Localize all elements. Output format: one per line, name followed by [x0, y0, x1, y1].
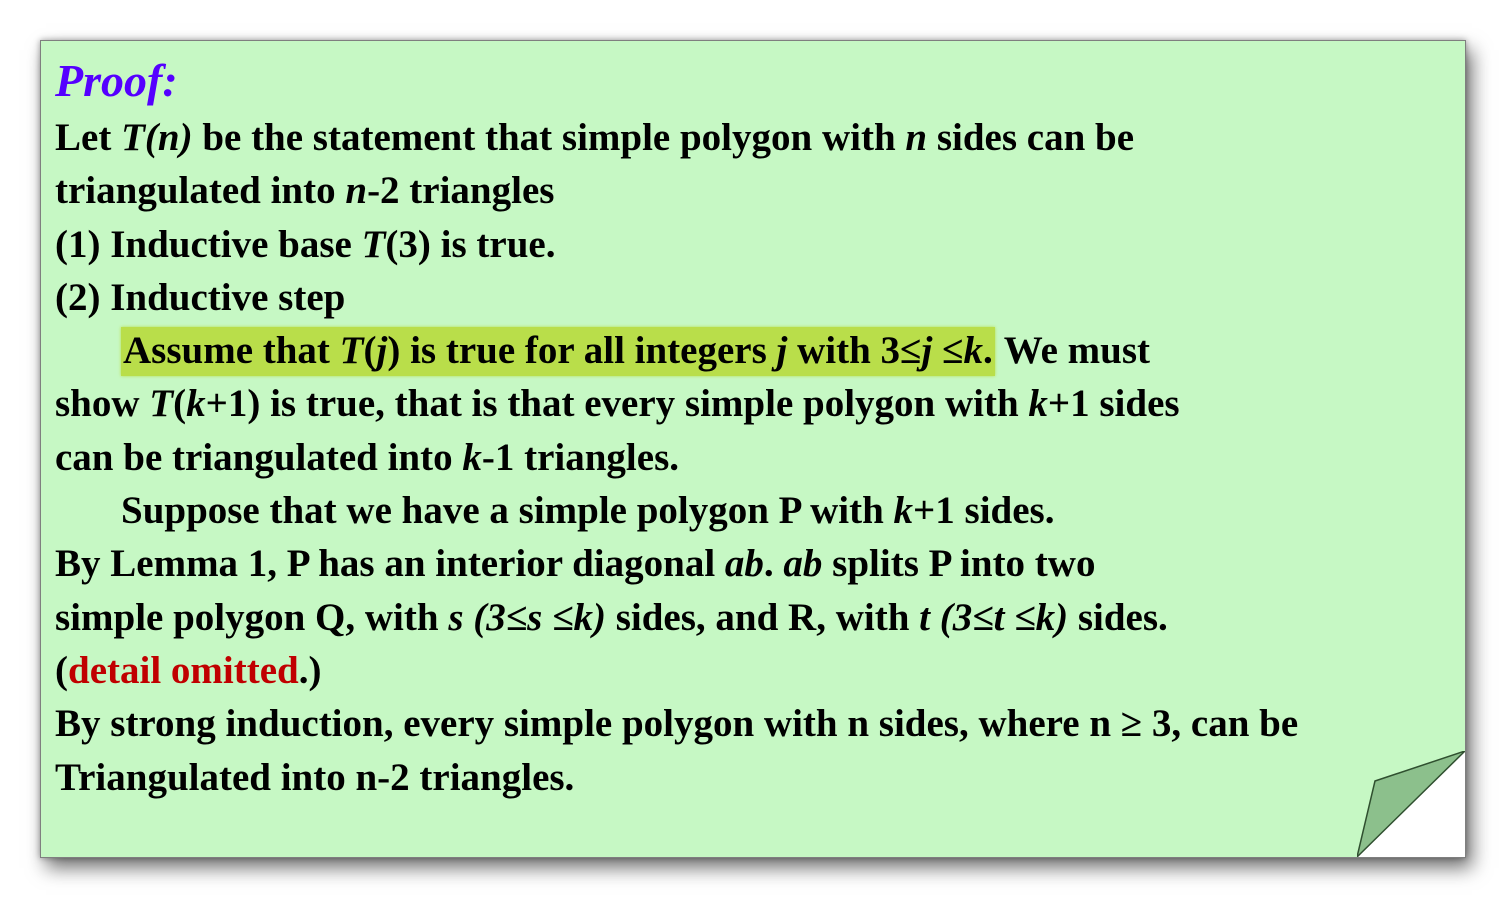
inductive-step-line: (2) Inductive step: [55, 275, 346, 319]
conclusion-line-2: Triangulated into n-2 triangles.: [55, 755, 575, 799]
statement-line-2: triangulated into n-2 triangles: [55, 169, 555, 213]
assumption-line: Assume that T(j) is true for all integer…: [55, 324, 1465, 377]
inductive-base-line: (1) Inductive base T(3) is true.: [55, 222, 556, 266]
split-line: simple polygon Q, with s (3≤s ≤k) sides,…: [55, 595, 1168, 639]
triangulated-line: can be triangulated into k-1 triangles.: [55, 435, 679, 479]
highlighted-assumption: Assume that T(j) is true for all integer…: [121, 327, 995, 377]
lemma-line: By Lemma 1, P has an interior diagonal a…: [55, 542, 1096, 586]
proof-title: Proof:: [55, 55, 178, 106]
show-line: show T(k+1) is true, that is that every …: [55, 382, 1180, 426]
statement-line-1: Let T(n) be the statement that simple po…: [55, 116, 1135, 159]
proof-card: Proof: Let T(n) be the statement that si…: [40, 40, 1466, 858]
detail-omitted-line: (detail omitted.): [55, 648, 322, 692]
page-curl-icon: [1357, 751, 1465, 857]
proof-content: Proof: Let T(n) be the statement that si…: [55, 51, 1465, 804]
suppose-line: Suppose that we have a simple polygon P …: [121, 489, 1055, 533]
conclusion-line-1: By strong induction, every simple polygo…: [55, 702, 1299, 746]
detail-omitted-text: detail omitted: [68, 648, 299, 692]
